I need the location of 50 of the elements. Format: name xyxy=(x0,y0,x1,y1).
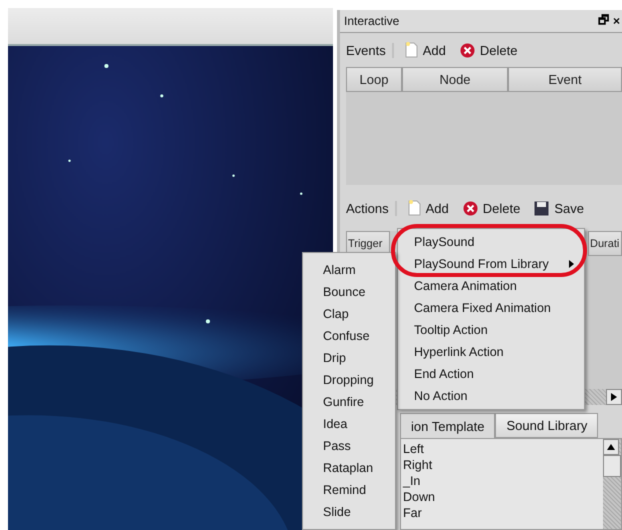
delete-button[interactable]: Delete xyxy=(460,200,524,216)
new-page-icon xyxy=(404,42,418,58)
tab[interactable]: Sound Library xyxy=(495,413,598,438)
menu-item[interactable]: Bounce xyxy=(303,281,395,303)
menu-item[interactable]: No Action xyxy=(414,389,574,403)
up-arrow-icon xyxy=(607,444,615,450)
tab[interactable]: ion Template xyxy=(400,413,496,438)
menu-item[interactable]: Hyperlink Action xyxy=(414,345,574,359)
menu-item[interactable]: PlaySound From Library xyxy=(414,257,574,271)
right-arrow-icon xyxy=(611,393,617,401)
menu-item[interactable]: PlaySound xyxy=(414,235,574,249)
list-item[interactable]: Down xyxy=(403,489,603,505)
menu-item[interactable]: Pass xyxy=(303,435,395,457)
toolbar-label: Events xyxy=(346,42,394,58)
save-button[interactable]: Save xyxy=(531,200,587,216)
column-header[interactable]: Loop xyxy=(346,67,402,92)
menu-item[interactable]: Clap xyxy=(303,303,395,325)
scrollbar-thumb[interactable] xyxy=(603,455,621,477)
menu-item[interactable]: Slide xyxy=(303,501,395,523)
list-item[interactable]: Left xyxy=(403,441,603,457)
menu-item[interactable]: Alarm xyxy=(303,259,395,281)
menu-item[interactable]: Camera Animation xyxy=(414,279,574,293)
menu-item[interactable]: Rataplan xyxy=(303,457,395,479)
add-button[interactable]: Add xyxy=(404,200,452,216)
menu-item[interactable]: Remind xyxy=(303,479,395,501)
delete-icon xyxy=(460,42,475,58)
delete-button[interactable]: Delete xyxy=(456,42,520,58)
vertical-scrollbar[interactable] xyxy=(603,439,621,529)
list-item[interactable]: _In xyxy=(403,473,603,489)
menu-item[interactable]: Camera Fixed Animation xyxy=(414,301,574,315)
column-header[interactable]: Node xyxy=(402,67,508,92)
list-item[interactable]: Far xyxy=(403,505,603,521)
list-item[interactable]: Right xyxy=(403,457,603,473)
menu-item[interactable]: End Action xyxy=(414,367,574,381)
close-button[interactable]: × xyxy=(610,10,622,32)
panel-title: Interactive xyxy=(344,14,400,28)
menu-item[interactable]: Dropping xyxy=(303,369,395,391)
toolbar-label: Actions xyxy=(346,200,397,216)
menu-item[interactable]: Drip xyxy=(303,347,395,369)
menu-item[interactable]: Gunfire xyxy=(303,391,395,413)
delete-icon xyxy=(462,200,478,216)
menu-item[interactable]: Idea xyxy=(303,413,395,435)
column-header[interactable]: Durati xyxy=(588,231,622,256)
new-page-icon xyxy=(408,200,421,216)
menu-item[interactable]: Tooltip Action xyxy=(414,323,574,337)
save-icon xyxy=(534,200,550,216)
column-header[interactable]: Event xyxy=(508,67,622,92)
add-button[interactable]: Add xyxy=(402,42,449,58)
menu-item[interactable]: Confuse xyxy=(303,325,395,347)
restore-button[interactable]: 🗗 xyxy=(596,10,611,32)
